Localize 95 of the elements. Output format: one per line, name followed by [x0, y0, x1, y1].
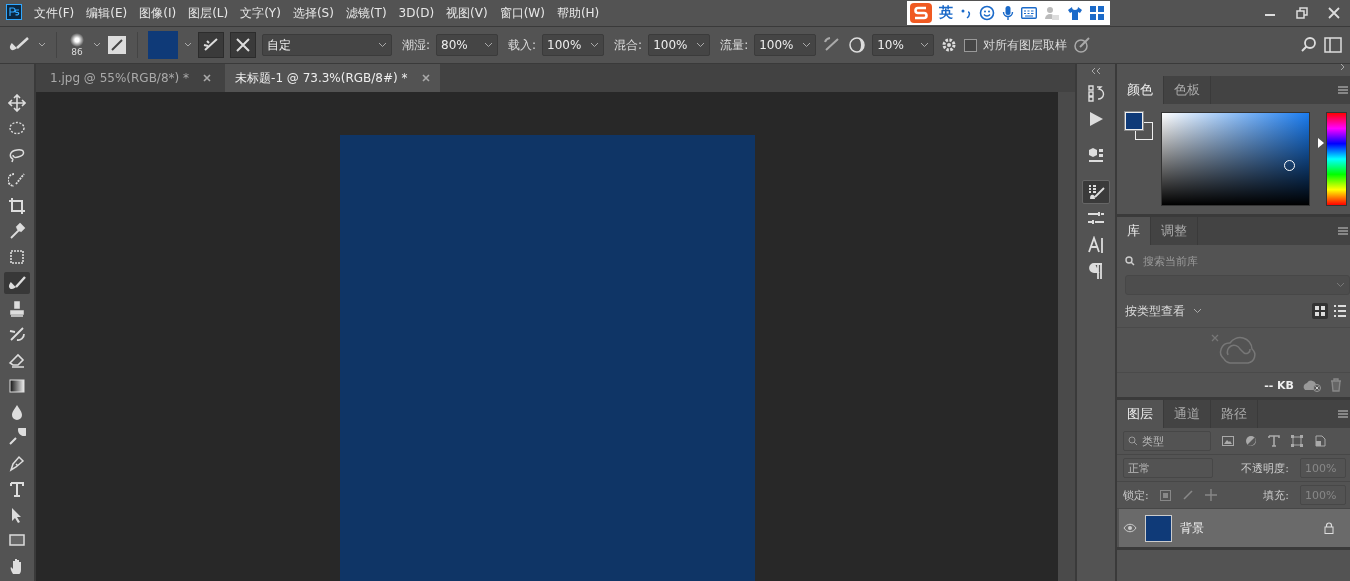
- lock-icon[interactable]: [1324, 522, 1334, 534]
- brush-load-button[interactable]: [230, 32, 256, 58]
- sogou-logo-icon[interactable]: [910, 3, 932, 23]
- menu-icon[interactable]: [1338, 410, 1348, 418]
- panel-tab[interactable]: 图层: [1117, 400, 1164, 428]
- caret-icon: [378, 42, 387, 48]
- shirt-icon[interactable]: [1067, 5, 1083, 21]
- smiley-icon[interactable]: [979, 5, 995, 21]
- search-icon[interactable]: [1300, 36, 1318, 54]
- caret-icon: [1336, 282, 1345, 288]
- caret-icon: [590, 42, 600, 48]
- menu-item[interactable]: 帮助(H): [556, 4, 600, 22]
- caret-icon[interactable]: [184, 42, 192, 48]
- smoothing-dropdown[interactable]: 10%: [872, 34, 935, 56]
- caret-icon: [802, 42, 812, 48]
- app-logo-icon[interactable]: [6, 3, 22, 23]
- layer-name: 背景: [1180, 519, 1204, 537]
- menu-item[interactable]: 图像(I): [139, 4, 177, 22]
- layer-thumbnail: [1145, 514, 1172, 542]
- menu-item[interactable]: 文件(F): [34, 4, 75, 22]
- smoothing-icon[interactable]: [848, 36, 867, 54]
- mode-dropdown[interactable]: 自定: [262, 34, 392, 56]
- brush-clean-button[interactable]: [198, 32, 224, 58]
- microphone-icon[interactable]: [1002, 5, 1014, 21]
- image-filter-icon[interactable]: [1222, 436, 1234, 446]
- document-tab[interactable]: 1.jpg @ 55%(RGB/8*) *: [40, 64, 222, 92]
- search-icon: [1128, 436, 1138, 446]
- keyboard-icon[interactable]: [1021, 7, 1037, 19]
- close-icon[interactable]: [203, 74, 212, 82]
- caret-icon: [484, 42, 494, 48]
- brush-settings-panel-icon[interactable]: [1082, 180, 1110, 204]
- panel-tab[interactable]: 通道: [1164, 400, 1211, 428]
- panel-tab[interactable]: 颜色: [1117, 76, 1164, 104]
- shape-filter-icon[interactable]: [1291, 435, 1303, 447]
- color-swatch[interactable]: [148, 31, 178, 59]
- input-mode-toggle[interactable]: 英: [939, 4, 953, 22]
- view-by-type-dropdown[interactable]: 按类型查看: [1125, 302, 1202, 320]
- brush-icon: [202, 36, 220, 54]
- smart-object-filter-icon[interactable]: [1314, 435, 1326, 447]
- field-label: 载入:: [508, 36, 537, 54]
- field-label: 潮湿:: [402, 36, 431, 54]
- library-search-field[interactable]: 搜索当前库: [1141, 253, 1325, 269]
- layer-row[interactable]: 背景: [1119, 509, 1350, 547]
- restore-icon[interactable]: [1296, 7, 1308, 19]
- field-label: 流量:: [720, 36, 749, 54]
- document-tab[interactable]: 未标题-1 @ 73.3%(RGB/8#) *: [225, 64, 440, 92]
- menu-item[interactable]: 选择(S): [292, 4, 334, 22]
- percent-dropdown[interactable]: 80%: [436, 34, 499, 56]
- menu-item[interactable]: 视图(V): [446, 4, 488, 22]
- opacity-label: 不透明度:: [1241, 460, 1289, 476]
- caret-icon: [696, 42, 706, 48]
- type-filter-icon[interactable]: [1268, 435, 1280, 447]
- panel-tab[interactable]: 色板: [1164, 76, 1211, 104]
- sample-all-checkbox[interactable]: 对所有图层取样: [964, 36, 1068, 54]
- adjustment-filter-icon[interactable]: [1245, 435, 1257, 447]
- workspace-icon[interactable]: [1324, 37, 1342, 53]
- cloud-disconnected-icon: [1209, 333, 1258, 367]
- menu-item[interactable]: 3D(D): [398, 6, 435, 20]
- percent-dropdown[interactable]: 100%: [542, 34, 605, 56]
- menu-icon[interactable]: [1338, 227, 1348, 235]
- fill-label: 填充:: [1263, 487, 1289, 503]
- close-icon[interactable]: [421, 74, 430, 82]
- storage-size: -- KB: [1264, 378, 1294, 392]
- eye-icon[interactable]: [1123, 523, 1137, 533]
- panel-tab[interactable]: 调整: [1151, 217, 1198, 245]
- brush-tool-icon[interactable]: [4, 271, 30, 294]
- blend-mode-dropdown[interactable]: 正常: [1123, 458, 1213, 478]
- brush-panel-icon[interactable]: [107, 35, 127, 55]
- menu-item[interactable]: 滤镜(T): [345, 4, 387, 22]
- grid-icon[interactable]: [1090, 6, 1104, 20]
- menu-icon[interactable]: [1338, 86, 1348, 94]
- list-view-icon[interactable]: [1334, 305, 1346, 317]
- panel-tab[interactable]: 库: [1117, 217, 1151, 245]
- search-icon: [1125, 256, 1135, 266]
- layer-filter-dropdown[interactable]: 类型: [1123, 431, 1211, 451]
- menu-item[interactable]: 窗口(W): [499, 4, 545, 22]
- menu-item[interactable]: 编辑(E): [86, 4, 128, 22]
- field-label: 混合:: [614, 36, 643, 54]
- lock-label: 锁定:: [1123, 487, 1149, 503]
- panel-tab[interactable]: 路径: [1211, 400, 1258, 428]
- grid-view-icon[interactable]: [1312, 303, 1328, 319]
- menu-item[interactable]: 文字(Y): [240, 4, 281, 22]
- scrollbar[interactable]: [1058, 92, 1075, 581]
- brush-preset-picker[interactable]: 86: [67, 33, 87, 57]
- caret-icon: [1193, 308, 1202, 314]
- cross-icon: [234, 36, 252, 54]
- caret-icon[interactable]: [38, 42, 46, 48]
- caret-icon: [920, 42, 930, 48]
- percent-dropdown[interactable]: 100%: [754, 34, 817, 56]
- percent-dropdown[interactable]: 100%: [648, 34, 711, 56]
- menu-item[interactable]: 图层(L): [188, 4, 229, 22]
- cloud-sync-icon[interactable]: [1302, 378, 1322, 392]
- color-picker-field[interactable]: [1161, 112, 1310, 206]
- caret-icon[interactable]: [93, 42, 101, 48]
- collapse-icon[interactable]: [1091, 68, 1101, 74]
